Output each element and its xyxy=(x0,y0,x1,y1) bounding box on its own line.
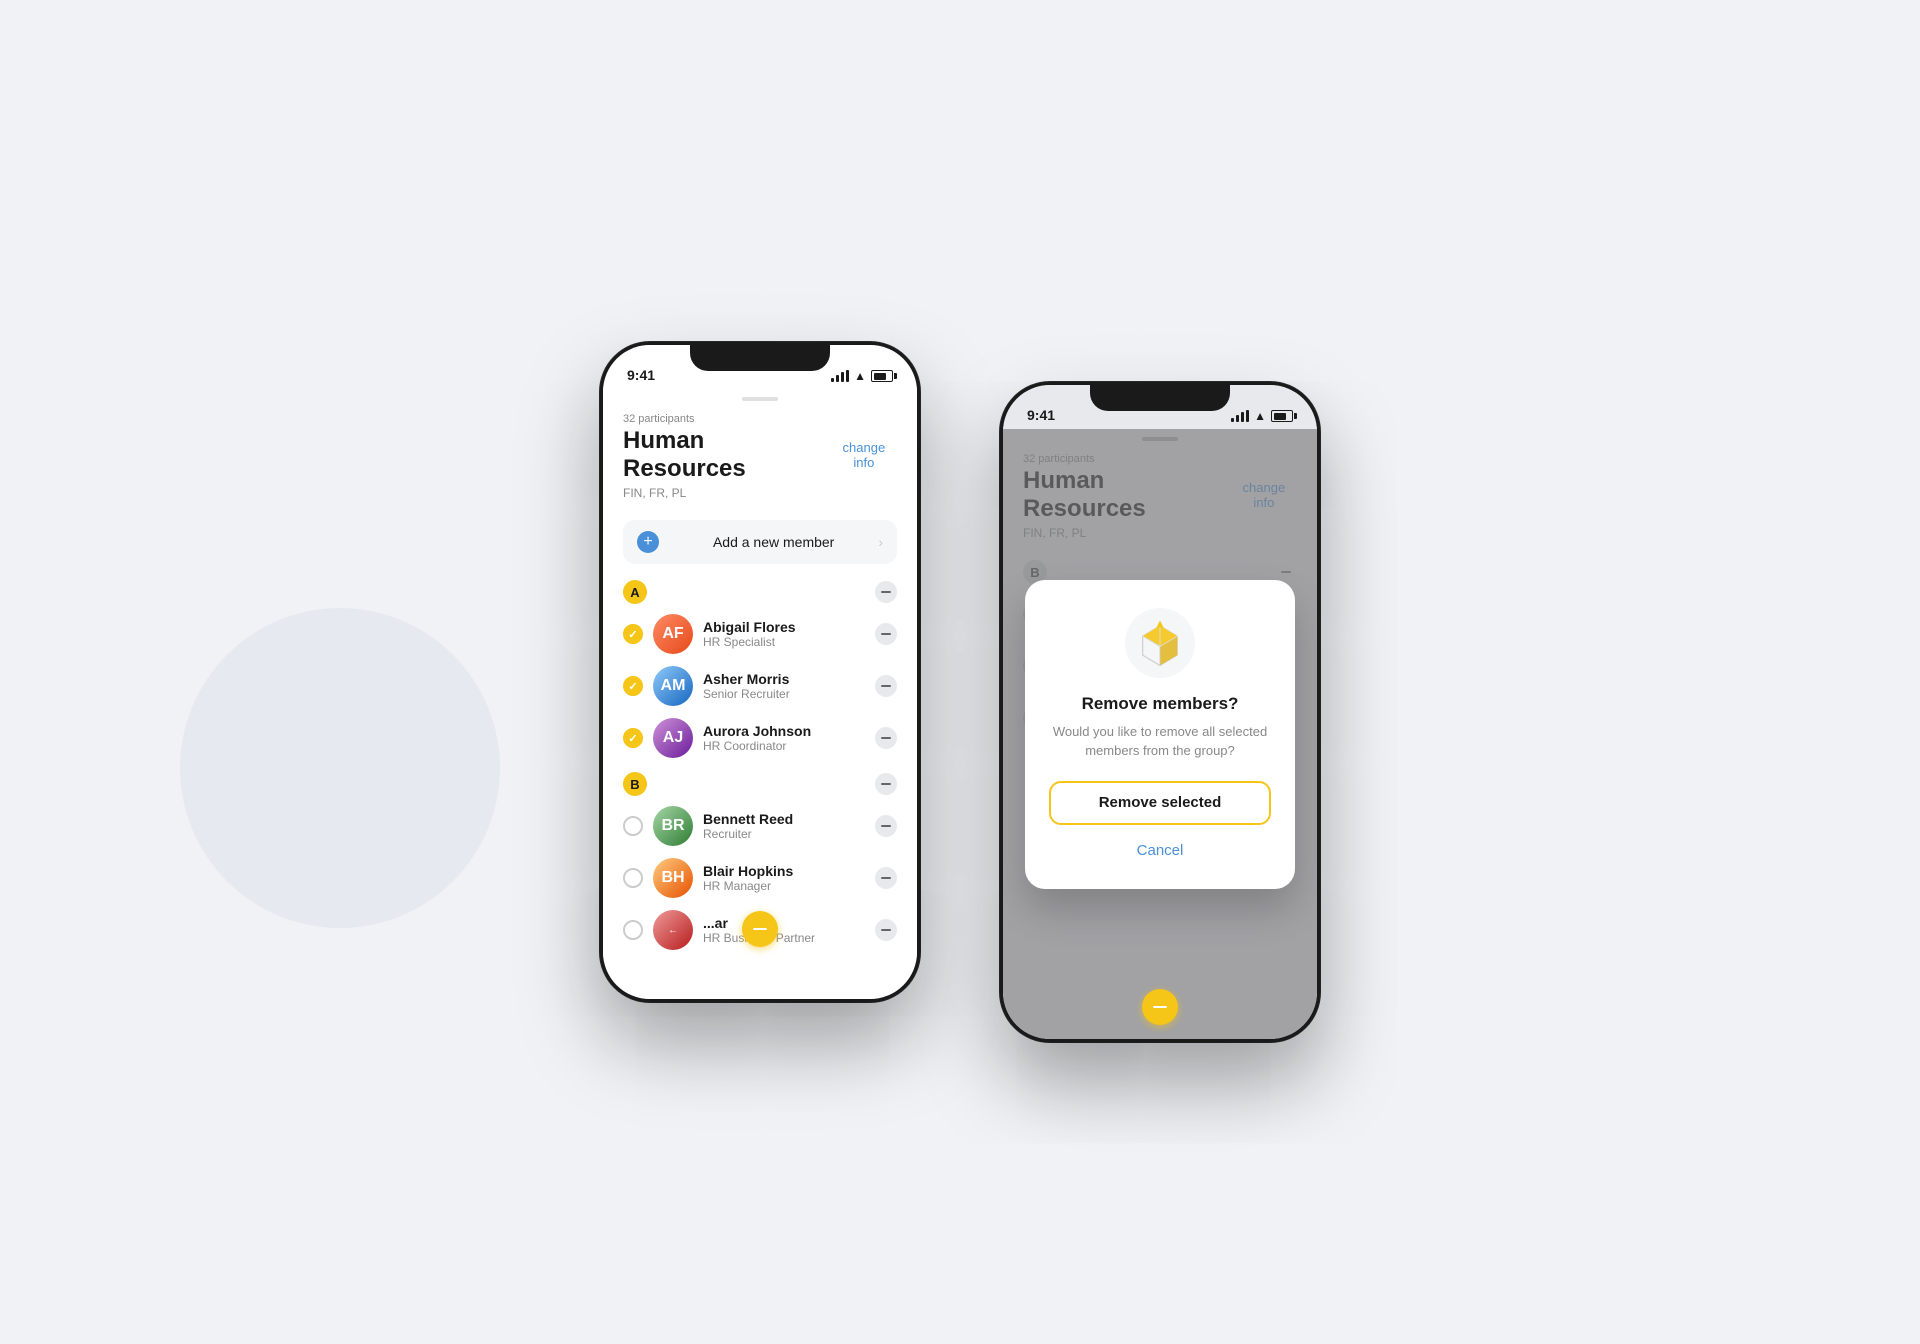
wifi-icon-right: ▲ xyxy=(1254,409,1266,423)
status-icons-right: ▲ xyxy=(1231,409,1293,423)
section-b-minus-left[interactable] xyxy=(875,773,897,795)
battery-icon-left xyxy=(871,370,893,382)
member-role-asher: Senior Recruiter xyxy=(703,687,865,701)
avatar-abigail: AF xyxy=(653,614,693,654)
member-minus-blair-left[interactable] xyxy=(875,867,897,889)
battery-icon-right xyxy=(1271,410,1293,422)
member-row-aurora: AJ Aurora Johnson HR Coordinator xyxy=(603,712,917,764)
modal-overlay: Remove members? Would you like to remove… xyxy=(1003,429,1317,1039)
bg-circle xyxy=(180,608,500,928)
screen-left: 32 participants Human Resources change i… xyxy=(603,389,917,999)
member-role-other-left: HR Business Partner xyxy=(703,931,865,945)
change-info-btn-left[interactable]: change info xyxy=(831,440,897,470)
signal-icon-right xyxy=(1231,410,1249,422)
member-name-blair-left: Blair Hopkins xyxy=(703,863,865,879)
member-role-abigail: HR Specialist xyxy=(703,635,865,649)
member-name-abigail: Abigail Flores xyxy=(703,619,865,635)
modal-remove-button[interactable]: Remove selected xyxy=(1049,781,1271,825)
checkbox-blair-left[interactable] xyxy=(623,868,643,888)
member-name-asher: Asher Morris xyxy=(703,671,865,687)
checkbox-other-left[interactable] xyxy=(623,920,643,940)
avatar-bennett-left: BR xyxy=(653,806,693,846)
member-info-asher: Asher Morris Senior Recruiter xyxy=(703,671,865,701)
checkbox-aurora[interactable] xyxy=(623,728,643,748)
wifi-icon-left: ▲ xyxy=(854,369,866,383)
phone-right: 9:41 ▲ xyxy=(1000,382,1320,1042)
member-name-other-left: ...ar xyxy=(703,915,865,931)
modal-cancel-button[interactable]: Cancel xyxy=(1049,833,1271,869)
checkbox-asher[interactable] xyxy=(623,676,643,696)
member-role-blair-left: HR Manager xyxy=(703,879,865,893)
checkbox-bennett-left[interactable] xyxy=(623,816,643,836)
modal-title: Remove members? xyxy=(1049,694,1271,714)
member-row-asher: AM Asher Morris Senior Recruiter xyxy=(603,660,917,712)
floating-minus-left[interactable] xyxy=(742,911,778,947)
add-member-text-left: Add a new member xyxy=(669,534,878,550)
signal-icon-left xyxy=(831,370,849,382)
member-info-blair-left: Blair Hopkins HR Manager xyxy=(703,863,865,893)
avatar-aurora: AJ xyxy=(653,718,693,758)
section-a-letter: A xyxy=(623,580,647,604)
member-role-aurora: HR Coordinator xyxy=(703,739,865,753)
drag-handle-left xyxy=(742,397,778,401)
modal-card: Remove members? Would you like to remove… xyxy=(1025,580,1295,889)
floating-minus-right[interactable] xyxy=(1142,989,1178,1025)
avatar-blair-left: BH xyxy=(653,858,693,898)
status-time-left: 9:41 xyxy=(627,367,655,383)
member-info-aurora: Aurora Johnson HR Coordinator xyxy=(703,723,865,753)
member-info-other-left: ...ar HR Business Partner xyxy=(703,915,865,945)
status-icons-left: ▲ xyxy=(831,369,893,383)
member-row-abigail: AF Abigail Flores HR Specialist xyxy=(603,608,917,660)
section-a-header: A xyxy=(603,572,917,608)
member-minus-aurora[interactable] xyxy=(875,727,897,749)
section-b-header-left: B xyxy=(603,764,917,800)
member-info-abigail: Abigail Flores HR Specialist xyxy=(703,619,865,649)
group-languages-left: FIN, FR, PL xyxy=(623,486,897,500)
group-header-left: 32 participants Human Resources change i… xyxy=(603,413,917,512)
member-minus-asher[interactable] xyxy=(875,675,897,697)
group-title-row-left: Human Resources change info xyxy=(623,427,897,483)
status-time-right: 9:41 xyxy=(1027,407,1055,423)
modal-icon-container xyxy=(1125,608,1195,678)
member-minus-other-left[interactable] xyxy=(875,919,897,941)
chevron-right-icon-left: › xyxy=(878,534,883,550)
phone-left-inner: 9:41 ▲ xyxy=(603,345,917,999)
member-minus-bennett-left[interactable] xyxy=(875,815,897,837)
group-title-left: Human Resources xyxy=(623,427,831,483)
add-member-btn-left[interactable]: + Add a new member › xyxy=(623,520,897,564)
member-row-bennett-left: BR Bennett Reed Recruiter xyxy=(603,800,917,852)
section-b-letter-left: B xyxy=(623,772,647,796)
checkbox-abigail[interactable] xyxy=(623,624,643,644)
avatar-asher: AM xyxy=(653,666,693,706)
modal-description: Would you like to remove all selected me… xyxy=(1049,722,1271,761)
section-a-minus[interactable] xyxy=(875,581,897,603)
phone-right-inner: 9:41 ▲ xyxy=(1003,385,1317,1039)
member-role-bennett-left: Recruiter xyxy=(703,827,865,841)
member-name-aurora: Aurora Johnson xyxy=(703,723,865,739)
participants-count-left: 32 participants xyxy=(623,413,897,425)
screen-right: 32 participants Human Resources change i… xyxy=(1003,429,1317,1039)
phones-container: 9:41 ▲ xyxy=(600,342,1320,1002)
member-info-bennett-left: Bennett Reed Recruiter xyxy=(703,811,865,841)
add-icon-left: + xyxy=(637,531,659,553)
notch-left xyxy=(690,345,830,371)
box-3d-icon xyxy=(1134,617,1186,669)
member-minus-abigail[interactable] xyxy=(875,623,897,645)
avatar-other-left: ← xyxy=(653,910,693,950)
member-name-bennett-left: Bennett Reed xyxy=(703,811,865,827)
member-row-blair-left: BH Blair Hopkins HR Manager xyxy=(603,852,917,904)
notch-right xyxy=(1090,385,1230,411)
phone-left: 9:41 ▲ xyxy=(600,342,920,1002)
